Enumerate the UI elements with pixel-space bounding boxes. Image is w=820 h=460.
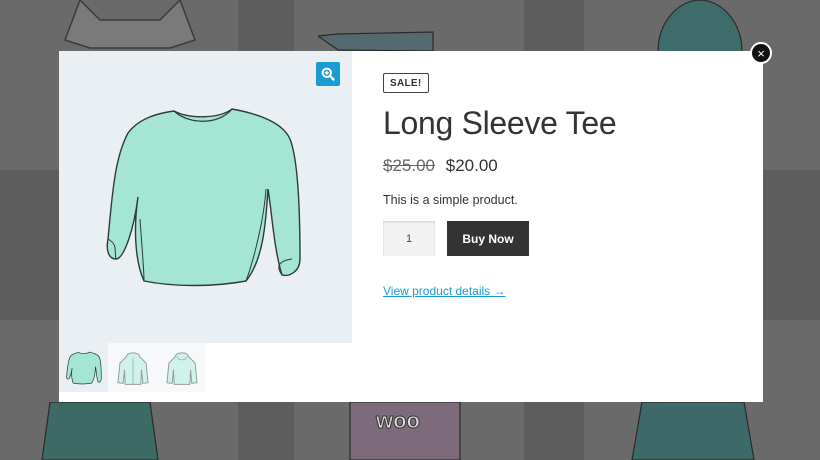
quantity-input[interactable] <box>383 221 435 256</box>
thumbnail-strip <box>59 343 206 392</box>
quick-view-modal: SALE! Long Sleeve Tee $25.00 $20.00 This… <box>59 51 763 402</box>
long-sleeve-tee-image[interactable] <box>104 99 304 295</box>
original-price: $25.00 <box>383 156 435 175</box>
add-to-cart-form: Buy Now <box>383 221 743 256</box>
product-gallery <box>59 51 352 343</box>
bg-hoodie-shape <box>41 402 159 460</box>
bg-hoodie-shape <box>657 0 743 52</box>
sale-price: $20.00 <box>445 156 498 175</box>
thumbnail-long-sleeve-tee[interactable] <box>59 343 108 392</box>
close-icon[interactable]: × <box>750 42 772 64</box>
product-price: $25.00 $20.00 <box>383 156 743 176</box>
svg-text:woo: woo <box>375 408 420 433</box>
bg-hoodie-shape <box>631 402 755 460</box>
zoom-in-icon[interactable] <box>316 62 340 86</box>
view-product-details-link[interactable]: View product details → <box>383 284 506 298</box>
product-description: This is a simple product. <box>383 193 518 207</box>
bg-pennant-shape <box>318 31 434 52</box>
product-title: Long Sleeve Tee <box>383 105 617 141</box>
product-summary: SALE! Long Sleeve Tee $25.00 $20.00 This… <box>383 73 743 300</box>
buy-now-button[interactable]: Buy Now <box>447 221 529 256</box>
bg-woo-poster-shape: woo <box>349 402 461 460</box>
sale-badge: SALE! <box>383 73 429 93</box>
thumbnail-hoodie-back[interactable] <box>157 343 206 392</box>
thumbnail-hoodie-front[interactable] <box>108 343 157 392</box>
bg-tshirt-shape <box>64 0 196 49</box>
